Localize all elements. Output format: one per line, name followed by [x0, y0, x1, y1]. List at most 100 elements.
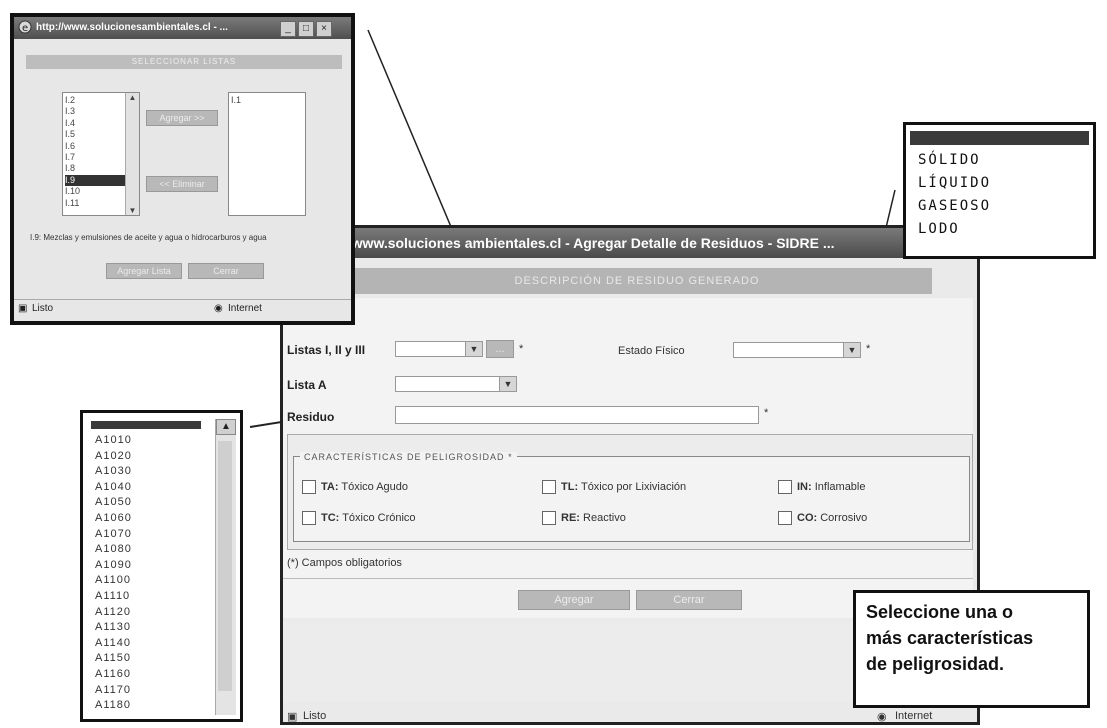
checkbox-tl[interactable]: [542, 480, 556, 494]
residuo-label: Residuo: [287, 410, 335, 424]
popup-header: SELECCIONAR LISTAS: [26, 55, 342, 69]
main-window-title: // www.soluciones ambientales.cl - Agreg…: [280, 228, 977, 258]
estado-fisico-dropdown-zoom: SÓLIDO LÍQUIDO GASEOSO LODO: [903, 122, 1096, 259]
zone-text: Internet: [895, 710, 933, 722]
minimize-icon[interactable]: _: [280, 21, 296, 37]
list-item[interactable]: A1090: [95, 558, 132, 574]
chevron-up-icon[interactable]: ▲: [216, 419, 236, 435]
listas-add-button[interactable]: ...: [486, 340, 514, 358]
list-item[interactable]: A1130: [95, 620, 132, 636]
maximize-icon[interactable]: □: [298, 21, 314, 37]
list-item[interactable]: I.2: [65, 95, 125, 106]
lista-a-label: Lista A: [287, 378, 327, 392]
list-item[interactable]: A1070: [95, 527, 132, 543]
list-item[interactable]: A1110: [95, 589, 132, 605]
status-text: Listo: [303, 710, 327, 722]
list-item[interactable]: I.1: [231, 95, 241, 105]
eliminar-list-button[interactable]: << Eliminar: [146, 176, 218, 192]
list-item[interactable]: I.4: [65, 118, 125, 129]
available-items: I.2 I.3 I.4 I.5 I.6 I.7 I.8 I.9 I.10 I.1…: [65, 95, 125, 209]
checkbox-tl-label: TL: Tóxico por Lixiviación: [561, 481, 687, 493]
cerrar-button[interactable]: Cerrar: [636, 590, 742, 610]
agregar-list-button[interactable]: Agregar >>: [146, 110, 218, 126]
required-asterisk: *: [764, 407, 769, 419]
globe-icon: ◉: [214, 303, 223, 314]
option-gaseoso[interactable]: GASEOSO: [918, 195, 1093, 218]
list-item[interactable]: A1060: [95, 511, 132, 527]
globe-icon: ◉: [877, 711, 887, 723]
estado-fisico-label: Estado Físico: [618, 345, 685, 357]
list-item[interactable]: I.3: [65, 106, 125, 117]
callout-line-1: Seleccione una o: [866, 602, 1014, 622]
checkbox-in[interactable]: [778, 480, 792, 494]
lista-a-dropdown-zoom: A1010 A1020 A1030 A1040 A1050 A1060 A107…: [80, 410, 243, 722]
chevron-down-icon[interactable]: ▼: [499, 377, 516, 391]
list-item[interactable]: I.8: [65, 163, 125, 174]
scrollbar-thumb[interactable]: [218, 441, 232, 691]
list-item[interactable]: I.10: [65, 186, 125, 197]
required-asterisk: *: [519, 343, 524, 355]
list-item[interactable]: A1050: [95, 495, 132, 511]
checkbox-ta-label: TA: Tóxico Agudo: [321, 481, 409, 493]
list-item[interactable]: I.11: [65, 198, 125, 209]
list-item[interactable]: A1160: [95, 667, 132, 683]
list-item-selected[interactable]: I.9: [65, 174, 125, 187]
checkbox-re-label: RE: Reactivo: [561, 512, 626, 524]
required-fields-note: (*) Campos obligatorios: [287, 557, 402, 569]
callout-line-2: más características: [866, 628, 1034, 648]
characteristics-legend: CARACTERÍSTICAS DE PELIGROSIDAD *: [300, 452, 517, 462]
chevron-down-icon[interactable]: ▼: [843, 343, 860, 357]
lista-a-options: A1010 A1020 A1030 A1040 A1050 A1060 A107…: [95, 433, 132, 714]
checkbox-ta[interactable]: [302, 480, 316, 494]
option-liquido[interactable]: LÍQUIDO: [918, 172, 1093, 195]
list-item[interactable]: A1030: [95, 464, 132, 480]
popup-status-bar: ▣ Listo ◉ Internet: [14, 299, 351, 320]
status-text: Listo: [32, 303, 54, 314]
list-item[interactable]: A1150: [95, 651, 132, 667]
list-item[interactable]: A1120: [95, 605, 132, 621]
required-asterisk: *: [866, 343, 871, 355]
listas-label: Listas I, II y III: [287, 343, 366, 357]
list-item[interactable]: I.7: [65, 152, 125, 163]
checkbox-re[interactable]: [542, 511, 556, 525]
dropdown-selected-row: [91, 421, 201, 429]
page-icon: ▣: [287, 711, 298, 723]
svg-text:e: e: [22, 23, 28, 34]
list-item[interactable]: I.6: [65, 141, 125, 152]
close-icon[interactable]: ×: [316, 21, 332, 37]
list-item[interactable]: A1180: [95, 698, 132, 714]
option-lodo[interactable]: LODO: [918, 218, 1093, 241]
list-item[interactable]: I.5: [65, 129, 125, 140]
checkbox-co[interactable]: [778, 511, 792, 525]
list-item[interactable]: A1080: [95, 542, 132, 558]
scrollbar[interactable]: ▲ ▼: [125, 93, 139, 215]
list-item[interactable]: A1170: [95, 683, 132, 699]
chevron-down-icon[interactable]: ▼: [126, 206, 139, 215]
checkbox-in-label: IN: Inflamable: [797, 481, 866, 493]
list-item[interactable]: A1020: [95, 449, 132, 465]
checkbox-tc[interactable]: [302, 511, 316, 525]
list-item[interactable]: A1040: [95, 480, 132, 496]
list-item[interactable]: A1140: [95, 636, 132, 652]
agregar-button[interactable]: Agregar: [518, 590, 630, 610]
listas-select[interactable]: ▼: [395, 341, 483, 357]
option-solido[interactable]: SÓLIDO: [918, 149, 1093, 172]
zone-text: Internet: [228, 303, 262, 314]
estado-fisico-select[interactable]: ▼: [733, 342, 861, 358]
lista-a-select[interactable]: ▼: [395, 376, 517, 392]
residuo-input[interactable]: [395, 406, 759, 424]
ie-icon: e: [18, 20, 32, 34]
list-item[interactable]: A1010: [95, 433, 132, 449]
characteristics-group: [293, 456, 970, 542]
popup-cerrar-button[interactable]: Cerrar: [188, 263, 264, 279]
checkbox-tc-label: TC: Tóxico Crónico: [321, 512, 416, 524]
checkbox-co-label: CO: Corrosivo: [797, 512, 868, 524]
list-item[interactable]: A1100: [95, 573, 132, 589]
scrollbar[interactable]: ▲: [215, 419, 236, 715]
selected-list[interactable]: I.1: [228, 92, 306, 216]
available-list[interactable]: I.2 I.3 I.4 I.5 I.6 I.7 I.8 I.9 I.10 I.1…: [62, 92, 140, 216]
chevron-up-icon[interactable]: ▲: [126, 93, 139, 102]
chevron-down-icon[interactable]: ▼: [465, 342, 482, 356]
popup-description: I.9: Mezclas y emulsiones de aceite y ag…: [30, 233, 267, 242]
agregar-lista-button[interactable]: Agregar Lista: [106, 263, 182, 279]
